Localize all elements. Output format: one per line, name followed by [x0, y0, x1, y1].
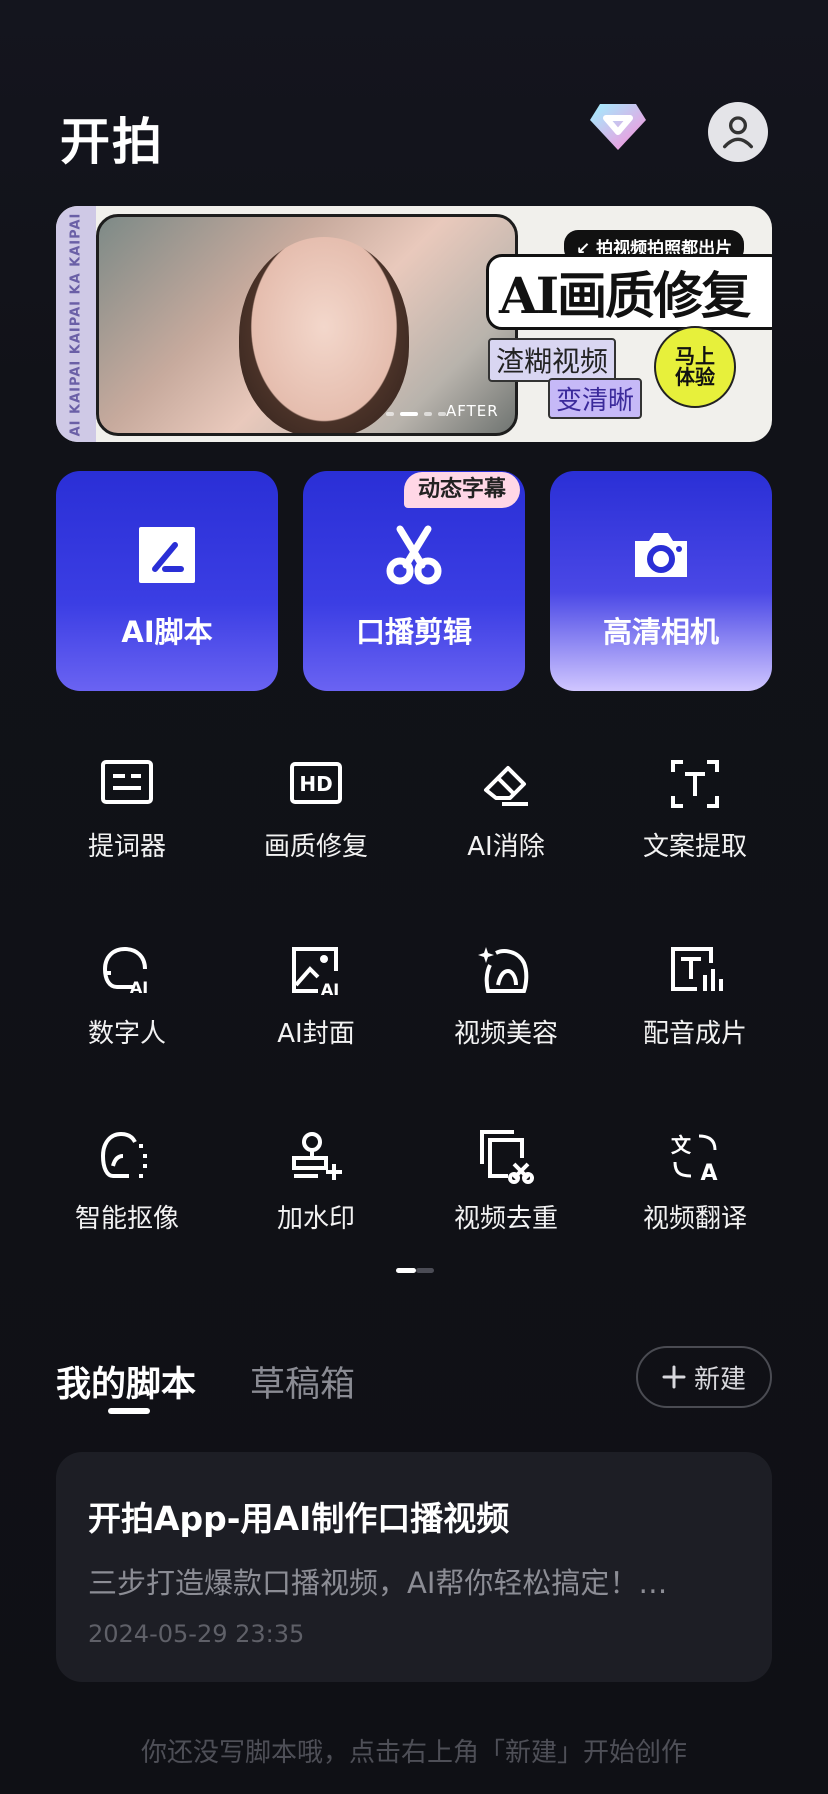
- promo-banner[interactable]: AI KAIPAI KAIPAI KA KAIPAI AFTER ↙ 拍视频拍照…: [56, 206, 772, 442]
- try-now-seal[interactable]: 马上 体验: [654, 326, 736, 408]
- tool-label: 数字人: [87, 1019, 166, 1049]
- tool-label: 画质修复: [263, 832, 368, 862]
- new-script-button[interactable]: 新建: [636, 1346, 772, 1408]
- text-extract-icon: [671, 760, 719, 808]
- edit-square-icon: [139, 527, 195, 583]
- tool-translate[interactable]: 文 A 视频翻译: [600, 1128, 790, 1235]
- tool-label: 智能抠像: [74, 1204, 179, 1234]
- tool-add-watermark[interactable]: 加水印: [221, 1128, 411, 1235]
- after-label: AFTER: [446, 402, 499, 420]
- tool-dubbing[interactable]: 配音成片: [600, 943, 790, 1050]
- feature-ai-script[interactable]: AI脚本: [56, 471, 278, 691]
- svg-text:AI: AI: [130, 978, 148, 997]
- svg-text:文: 文: [671, 1133, 692, 1157]
- banner-tag-clear: 变清晰: [548, 378, 643, 419]
- svg-text:AI: AI: [321, 980, 339, 999]
- plus-icon: [662, 1365, 686, 1389]
- new-button-label: 新建: [693, 1364, 746, 1395]
- watermark-icon: [292, 1132, 342, 1180]
- avatar[interactable]: [708, 102, 768, 162]
- tool-digital-human[interactable]: AI 数字人: [32, 943, 222, 1050]
- dedupe-icon: [480, 1130, 534, 1184]
- svg-text:A: A: [700, 1161, 717, 1184]
- cutout-icon: [100, 1131, 147, 1178]
- active-tab-indicator: [108, 1408, 150, 1414]
- tab-my-scripts[interactable]: 我的脚本: [56, 1356, 196, 1407]
- empty-hint: 你还没写脚本哦，点击右上角「新建」开始创作: [140, 1738, 687, 1768]
- tab-drafts[interactable]: 草稿箱: [250, 1356, 355, 1407]
- tool-label: 提词器: [87, 832, 166, 862]
- feature-label: 高清相机: [602, 615, 719, 649]
- banner-side-strip: AI KAIPAI KAIPAI KA KAIPAI: [56, 206, 96, 442]
- tool-teleprompter[interactable]: 提词器: [32, 756, 222, 863]
- feature-label: AI脚本: [121, 615, 213, 649]
- svg-text:HD: HD: [299, 772, 332, 796]
- scissors-icon: [386, 525, 442, 585]
- tool-label: AI封面: [277, 1019, 355, 1049]
- camera-icon: [635, 533, 687, 577]
- beauty-icon: [478, 947, 529, 993]
- banner-headline: AI画质修复: [486, 254, 772, 330]
- translate-icon: 文 A: [671, 1133, 718, 1184]
- teleprompter-icon: [101, 760, 153, 804]
- digital-human-icon: AI: [102, 946, 148, 997]
- banner-tag-blurry: 渣糊视频: [488, 338, 617, 382]
- feature-hd-camera[interactable]: 高清相机: [550, 471, 772, 691]
- tool-label: 视频去重: [453, 1204, 558, 1234]
- vip-diamond-icon[interactable]: [588, 100, 648, 154]
- tool-label: AI消除: [467, 832, 545, 862]
- banner-page-dots: [386, 412, 446, 416]
- portrait-face: [239, 237, 409, 433]
- page-title: 开拍: [60, 113, 164, 171]
- tool-label: 文案提取: [642, 832, 747, 862]
- hd-icon: HD: [290, 762, 342, 804]
- tools-page-indicator: [396, 1268, 434, 1273]
- script-title: 开拍App-用AI制作口播视频: [88, 1499, 510, 1538]
- dynamic-subtitle-badge: 动态字幕: [404, 472, 521, 508]
- tool-video-beauty[interactable]: 视频美容: [411, 943, 601, 1050]
- tool-text-extract[interactable]: 文案提取: [600, 756, 790, 863]
- dubbing-icon: [671, 947, 723, 991]
- tool-dedupe[interactable]: 视频去重: [411, 1128, 601, 1235]
- tool-smart-cutout[interactable]: 智能抠像: [32, 1128, 222, 1235]
- eraser-icon: [484, 766, 528, 806]
- tool-label: 加水印: [276, 1204, 355, 1234]
- user-icon: [723, 116, 753, 149]
- script-card[interactable]: 开拍App-用AI制作口播视频 三步打造爆款口播视频，AI帮你轻松搞定！… 20…: [56, 1452, 772, 1682]
- tool-label: 配音成片: [642, 1019, 747, 1049]
- feature-label: 口播剪辑: [355, 615, 472, 649]
- tool-quality-repair[interactable]: HD 画质修复: [221, 756, 411, 863]
- tool-label: 视频翻译: [642, 1204, 747, 1234]
- script-description: 三步打造爆款口播视频，AI帮你轻松搞定！…: [88, 1566, 668, 1600]
- tool-label: 视频美容: [453, 1019, 558, 1049]
- script-timestamp: 2024-05-29 23:35: [88, 1620, 305, 1648]
- tool-ai-cover[interactable]: AI AI封面: [221, 943, 411, 1050]
- ai-cover-icon: AI: [292, 947, 339, 999]
- tool-ai-erase[interactable]: AI消除: [411, 756, 601, 863]
